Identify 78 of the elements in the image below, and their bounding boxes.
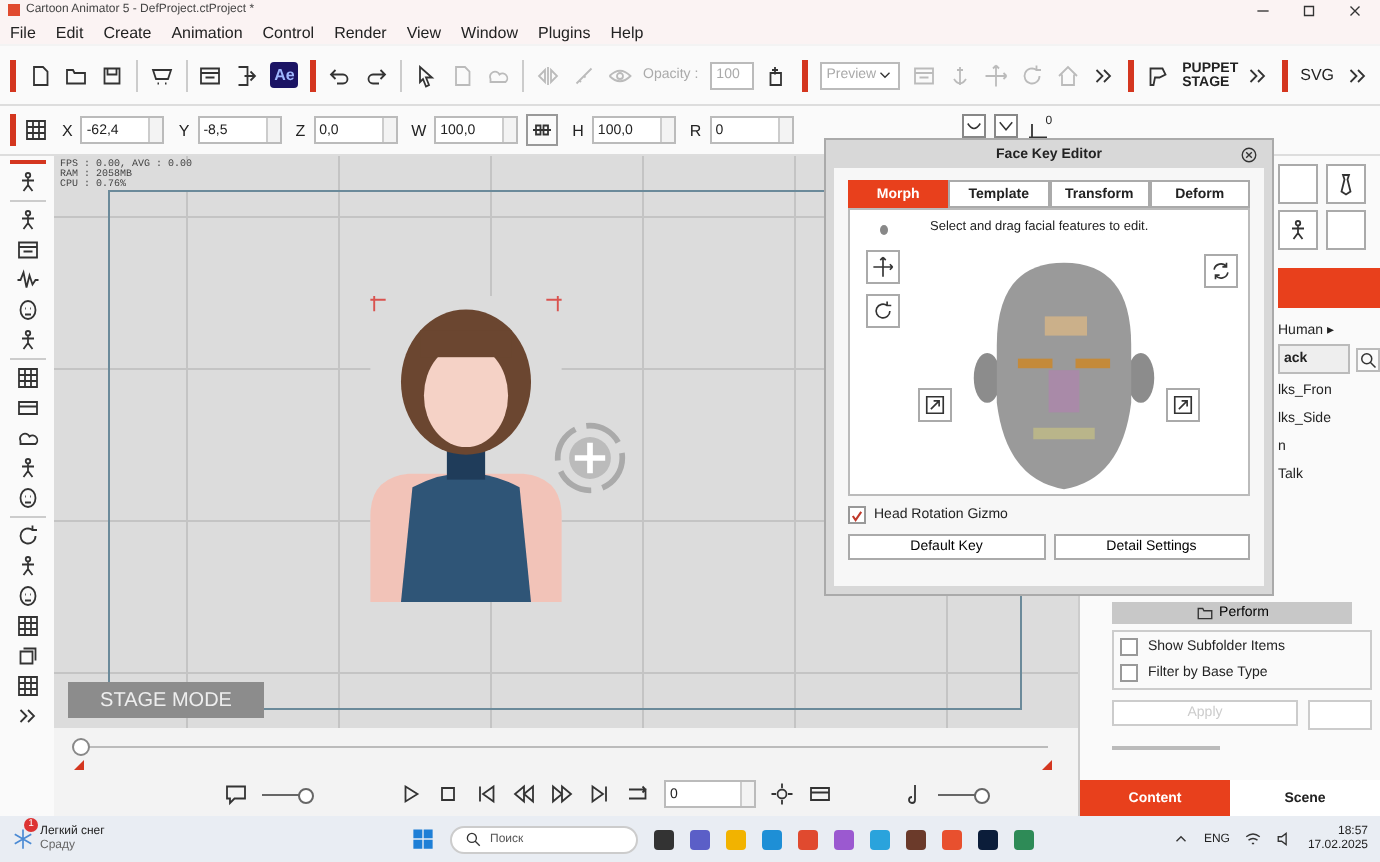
maximize-icon[interactable] [1300, 1, 1318, 19]
menu-item[interactable]: Plugins [537, 23, 591, 41]
chevron-icon[interactable] [15, 704, 39, 728]
folder-icon [1195, 604, 1214, 622]
field-label: H [572, 121, 584, 139]
field-label: R [689, 121, 702, 139]
window-icon[interactable] [198, 63, 223, 87]
refresh-icon[interactable] [1204, 254, 1238, 288]
menu-item[interactable]: Help [610, 23, 644, 41]
stack-icon[interactable] [15, 644, 39, 668]
cart-icon[interactable] [149, 63, 174, 87]
baseline-icon[interactable] [1025, 118, 1050, 142]
menu-item[interactable]: Animation [171, 23, 243, 41]
link-icon[interactable] [526, 114, 559, 146]
end-marker-icon[interactable] [1042, 760, 1052, 770]
ease-out-icon[interactable] [993, 114, 1018, 138]
content-tile[interactable] [1278, 164, 1318, 204]
menu-item[interactable]: View [406, 23, 442, 41]
checkbox[interactable] [848, 506, 866, 524]
folder-icon[interactable] [64, 63, 88, 87]
windows-start-icon[interactable] [412, 828, 434, 850]
face-icon[interactable] [15, 584, 39, 608]
running-figure-icon[interactable] [1278, 210, 1318, 250]
search-icon [464, 830, 482, 848]
close-icon[interactable] [1240, 145, 1258, 163]
start-marker-icon[interactable] [74, 760, 84, 770]
wave-icon[interactable] [15, 268, 39, 292]
save-icon[interactable] [100, 63, 124, 87]
rewind-icon[interactable] [512, 782, 536, 806]
card-icon[interactable] [808, 782, 832, 806]
ae-logo-icon[interactable]: Ae [270, 62, 299, 88]
snowflake-icon [12, 828, 34, 850]
app-logo-icon [8, 4, 20, 16]
window-icon[interactable] [15, 238, 39, 262]
grid-icon[interactable] [15, 366, 39, 390]
menu-item[interactable]: Render [334, 23, 387, 41]
tie-icon[interactable] [1326, 164, 1366, 204]
menu-item[interactable]: Window [461, 23, 518, 41]
wifi-icon[interactable] [1243, 830, 1262, 848]
expand-icon[interactable] [918, 388, 952, 422]
menu-item[interactable]: Edit [55, 23, 84, 41]
ease-in-icon[interactable] [961, 114, 986, 138]
settings-icon[interactable] [770, 782, 794, 806]
field-label: Z [295, 121, 306, 139]
banner-bar [1278, 268, 1380, 308]
checkbox[interactable] [1120, 664, 1138, 682]
skip-start-icon[interactable] [474, 782, 498, 806]
face-icon[interactable] [15, 486, 39, 510]
grid-icon[interactable] [15, 614, 39, 638]
caption-icon[interactable] [224, 782, 248, 806]
chevron-icon[interactable] [1092, 63, 1117, 87]
skip-end-icon[interactable] [588, 782, 612, 806]
grid-icon[interactable] [15, 674, 39, 698]
menu-item[interactable]: Control [262, 23, 315, 41]
field-label: Y [178, 121, 190, 139]
svg-label[interactable]: SVG [1300, 66, 1335, 84]
scrollbar[interactable] [1112, 746, 1220, 750]
stage-mode-label: STAGE MODE [68, 682, 264, 718]
rotate-icon[interactable] [15, 524, 39, 548]
search-icon[interactable] [1356, 347, 1380, 371]
chevron-icon[interactable] [1246, 63, 1271, 87]
expand-icon[interactable] [1166, 388, 1200, 422]
rotate-icon[interactable] [866, 294, 900, 328]
new-file-icon[interactable] [28, 63, 52, 87]
field-label: X [62, 121, 73, 139]
menu-item[interactable]: Create [103, 23, 152, 41]
export-icon[interactable] [234, 63, 259, 87]
face-icon[interactable] [15, 298, 39, 322]
fast-forward-icon[interactable] [550, 782, 574, 806]
close-icon[interactable] [1346, 1, 1364, 19]
menu-item[interactable]: File [10, 23, 36, 41]
cursor-icon[interactable] [413, 63, 438, 87]
puppet-icon[interactable] [1146, 63, 1171, 87]
checkbox[interactable] [1120, 638, 1138, 656]
stop-icon[interactable] [436, 782, 460, 806]
field-label: W [411, 121, 427, 139]
content-tile[interactable] [1326, 210, 1366, 250]
chevron-icon[interactable] [1346, 63, 1371, 87]
